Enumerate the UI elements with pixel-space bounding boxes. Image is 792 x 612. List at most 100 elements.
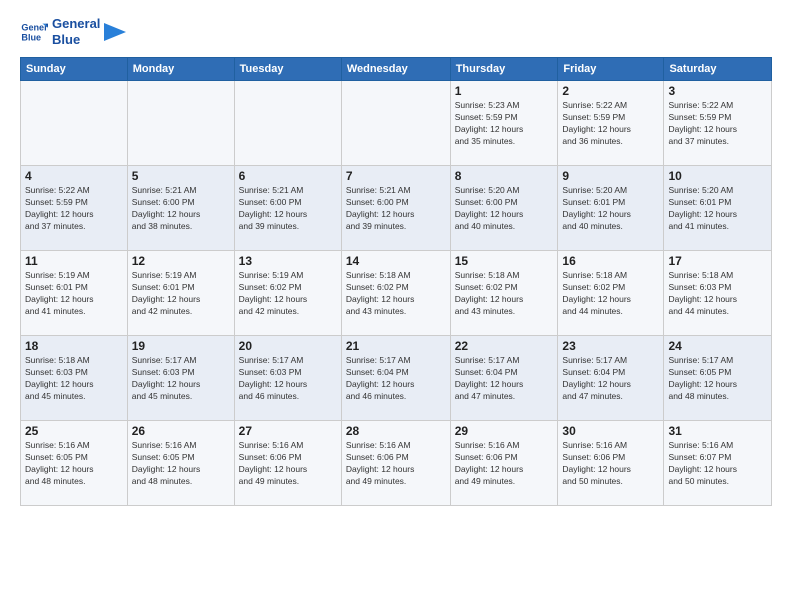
calendar-day-cell: 26 Sunrise: 5:16 AM Sunset: 6:05 PM Dayli… xyxy=(127,421,234,506)
calendar-day-cell: 29Sunrise: 5:16 AM Sunset: 6:06 PM Dayli… xyxy=(450,421,558,506)
day-number: 2 xyxy=(562,84,659,98)
logo: General Blue General Blue xyxy=(20,16,126,47)
calendar-day-cell: 22Sunrise: 5:17 AM Sunset: 6:04 PM Dayli… xyxy=(450,336,558,421)
day-info: Sunrise: 5:16 AM Sunset: 6:06 PM Dayligh… xyxy=(562,440,659,488)
calendar-week-row: 4 Sunrise: 5:22 AM Sunset: 5:59 PM Daylig… xyxy=(21,166,772,251)
day-number: 10 xyxy=(668,169,767,183)
day-info: Sunrise: 5:23 AM Sunset: 5:59 PM Dayligh… xyxy=(455,100,554,148)
day-info: Sunrise: 5:17 AM Sunset: 6:04 PM Dayligh… xyxy=(562,355,659,403)
day-info: Sunrise: 5:19 AM Sunset: 6:01 PM Dayligh… xyxy=(132,270,230,318)
calendar-week-row: 18 Sunrise: 5:18 AM Sunset: 6:03 PM Dayli… xyxy=(21,336,772,421)
day-number: 13 xyxy=(239,254,337,268)
calendar-week-row: 25 Sunrise: 5:16 AM Sunset: 6:05 PM Dayli… xyxy=(21,421,772,506)
day-number: 26 xyxy=(132,424,230,438)
calendar-day-cell: 13 Sunrise: 5:19 AM Sunset: 6:02 PM Dayli… xyxy=(234,251,341,336)
calendar-day-cell: 1 Sunrise: 5:23 AM Sunset: 5:59 PM Daylig… xyxy=(450,81,558,166)
calendar-day-cell: 20Sunrise: 5:17 AM Sunset: 6:03 PM Dayli… xyxy=(234,336,341,421)
calendar-day-cell: 24 Sunrise: 5:17 AM Sunset: 6:05 PM Dayli… xyxy=(664,336,772,421)
day-info: Sunrise: 5:22 AM Sunset: 5:59 PM Dayligh… xyxy=(25,185,123,233)
day-info: Sunrise: 5:18 AM Sunset: 6:02 PM Dayligh… xyxy=(346,270,446,318)
calendar-day-cell: 14 Sunrise: 5:18 AM Sunset: 6:02 PM Dayli… xyxy=(341,251,450,336)
header: General Blue General Blue xyxy=(20,16,772,47)
calendar-day-cell: 25 Sunrise: 5:16 AM Sunset: 6:05 PM Dayli… xyxy=(21,421,128,506)
day-info: Sunrise: 5:18 AM Sunset: 6:03 PM Dayligh… xyxy=(668,270,767,318)
calendar-header-row: SundayMondayTuesdayWednesdayThursdayFrid… xyxy=(21,58,772,81)
day-number: 28 xyxy=(346,424,446,438)
day-number: 19 xyxy=(132,339,230,353)
day-number: 3 xyxy=(668,84,767,98)
day-number: 9 xyxy=(562,169,659,183)
day-number: 24 xyxy=(668,339,767,353)
calendar-table: SundayMondayTuesdayWednesdayThursdayFrid… xyxy=(20,57,772,506)
day-number: 27 xyxy=(239,424,337,438)
day-number: 12 xyxy=(132,254,230,268)
day-info: Sunrise: 5:20 AM Sunset: 6:00 PM Dayligh… xyxy=(455,185,554,233)
day-info: Sunrise: 5:19 AM Sunset: 6:02 PM Dayligh… xyxy=(239,270,337,318)
weekday-header-saturday: Saturday xyxy=(664,58,772,81)
weekday-header-wednesday: Wednesday xyxy=(341,58,450,81)
day-info: Sunrise: 5:21 AM Sunset: 6:00 PM Dayligh… xyxy=(239,185,337,233)
day-number: 4 xyxy=(25,169,123,183)
weekday-header-tuesday: Tuesday xyxy=(234,58,341,81)
day-info: Sunrise: 5:16 AM Sunset: 6:06 PM Dayligh… xyxy=(455,440,554,488)
day-number: 14 xyxy=(346,254,446,268)
calendar-day-cell: 19 Sunrise: 5:17 AM Sunset: 6:03 PM Dayli… xyxy=(127,336,234,421)
calendar-day-cell: 30 Sunrise: 5:16 AM Sunset: 6:06 PM Dayli… xyxy=(558,421,664,506)
day-info: Sunrise: 5:16 AM Sunset: 6:05 PM Dayligh… xyxy=(25,440,123,488)
page: General Blue General Blue SundayMondayTu… xyxy=(0,0,792,612)
calendar-day-cell: 18 Sunrise: 5:18 AM Sunset: 6:03 PM Dayli… xyxy=(21,336,128,421)
day-info: Sunrise: 5:16 AM Sunset: 6:05 PM Dayligh… xyxy=(132,440,230,488)
calendar-day-cell: 7Sunrise: 5:21 AM Sunset: 6:00 PM Daylig… xyxy=(341,166,450,251)
day-number: 21 xyxy=(346,339,446,353)
calendar-day-cell: 2 Sunrise: 5:22 AM Sunset: 5:59 PM Daylig… xyxy=(558,81,664,166)
day-number: 31 xyxy=(668,424,767,438)
weekday-header-friday: Friday xyxy=(558,58,664,81)
day-number: 5 xyxy=(132,169,230,183)
logo-icon: General Blue xyxy=(20,18,48,46)
calendar-day-cell: 17 Sunrise: 5:18 AM Sunset: 6:03 PM Dayli… xyxy=(664,251,772,336)
day-number: 15 xyxy=(455,254,554,268)
calendar-day-cell: 12 Sunrise: 5:19 AM Sunset: 6:01 PM Dayli… xyxy=(127,251,234,336)
day-info: Sunrise: 5:17 AM Sunset: 6:05 PM Dayligh… xyxy=(668,355,767,403)
calendar-day-cell: 6 Sunrise: 5:21 AM Sunset: 6:00 PM Daylig… xyxy=(234,166,341,251)
calendar-day-cell: 16 Sunrise: 5:18 AM Sunset: 6:02 PM Dayli… xyxy=(558,251,664,336)
day-number: 1 xyxy=(455,84,554,98)
calendar-day-cell: 28Sunrise: 5:16 AM Sunset: 6:06 PM Dayli… xyxy=(341,421,450,506)
logo-general: General xyxy=(52,16,100,32)
calendar-week-row: 1 Sunrise: 5:23 AM Sunset: 5:59 PM Daylig… xyxy=(21,81,772,166)
calendar-day-cell: 23Sunrise: 5:17 AM Sunset: 6:04 PM Dayli… xyxy=(558,336,664,421)
day-number: 17 xyxy=(668,254,767,268)
day-info: Sunrise: 5:20 AM Sunset: 6:01 PM Dayligh… xyxy=(668,185,767,233)
day-info: Sunrise: 5:22 AM Sunset: 5:59 PM Dayligh… xyxy=(562,100,659,148)
day-number: 16 xyxy=(562,254,659,268)
weekday-header-sunday: Sunday xyxy=(21,58,128,81)
day-info: Sunrise: 5:19 AM Sunset: 6:01 PM Dayligh… xyxy=(25,270,123,318)
calendar-day-cell: 11Sunrise: 5:19 AM Sunset: 6:01 PM Dayli… xyxy=(21,251,128,336)
day-number: 22 xyxy=(455,339,554,353)
day-info: Sunrise: 5:17 AM Sunset: 6:04 PM Dayligh… xyxy=(346,355,446,403)
day-number: 18 xyxy=(25,339,123,353)
day-number: 25 xyxy=(25,424,123,438)
day-info: Sunrise: 5:21 AM Sunset: 6:00 PM Dayligh… xyxy=(132,185,230,233)
calendar-day-cell: 3 Sunrise: 5:22 AM Sunset: 5:59 PM Daylig… xyxy=(664,81,772,166)
day-info: Sunrise: 5:18 AM Sunset: 6:02 PM Dayligh… xyxy=(562,270,659,318)
day-info: Sunrise: 5:17 AM Sunset: 6:03 PM Dayligh… xyxy=(132,355,230,403)
empty-cell xyxy=(21,81,128,166)
logo-blue: Blue xyxy=(52,32,100,48)
day-info: Sunrise: 5:18 AM Sunset: 6:03 PM Dayligh… xyxy=(25,355,123,403)
empty-cell xyxy=(234,81,341,166)
calendar-week-row: 11Sunrise: 5:19 AM Sunset: 6:01 PM Dayli… xyxy=(21,251,772,336)
calendar-day-cell: 27 Sunrise: 5:16 AM Sunset: 6:06 PM Dayli… xyxy=(234,421,341,506)
svg-text:Blue: Blue xyxy=(21,32,41,42)
calendar-day-cell: 31 Sunrise: 5:16 AM Sunset: 6:07 PM Dayli… xyxy=(664,421,772,506)
day-info: Sunrise: 5:17 AM Sunset: 6:03 PM Dayligh… xyxy=(239,355,337,403)
day-info: Sunrise: 5:16 AM Sunset: 6:06 PM Dayligh… xyxy=(239,440,337,488)
empty-cell xyxy=(341,81,450,166)
day-number: 30 xyxy=(562,424,659,438)
calendar-day-cell: 4 Sunrise: 5:22 AM Sunset: 5:59 PM Daylig… xyxy=(21,166,128,251)
day-info: Sunrise: 5:16 AM Sunset: 6:07 PM Dayligh… xyxy=(668,440,767,488)
day-info: Sunrise: 5:22 AM Sunset: 5:59 PM Dayligh… xyxy=(668,100,767,148)
calendar-day-cell: 5 Sunrise: 5:21 AM Sunset: 6:00 PM Daylig… xyxy=(127,166,234,251)
day-number: 6 xyxy=(239,169,337,183)
calendar-day-cell: 9Sunrise: 5:20 AM Sunset: 6:01 PM Daylig… xyxy=(558,166,664,251)
